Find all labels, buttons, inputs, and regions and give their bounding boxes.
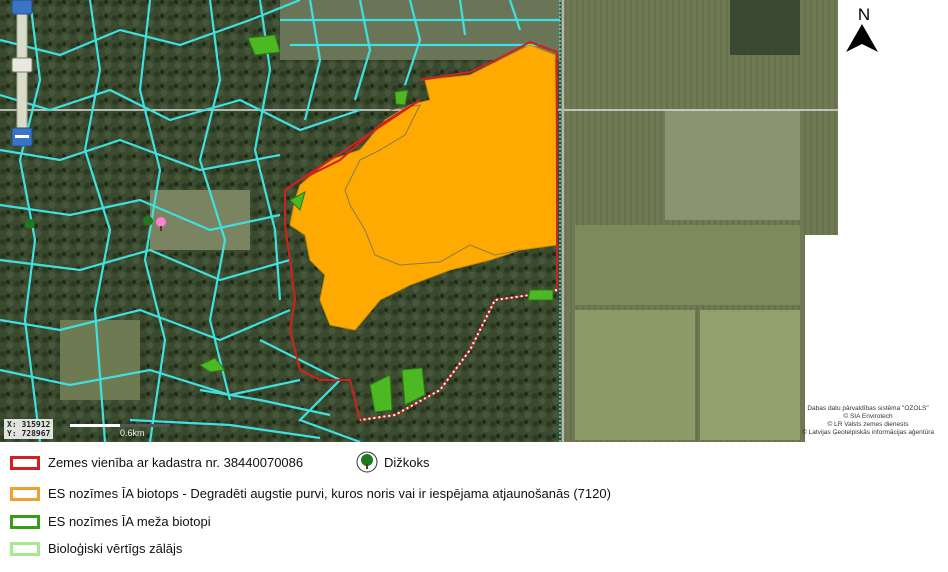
field-light bbox=[665, 110, 800, 220]
legend-label: Dižkoks bbox=[384, 454, 430, 470]
credit-line: © Latvijas Ģeotelpiskās informācijas aģe… bbox=[802, 429, 934, 436]
field-south bbox=[575, 310, 695, 440]
north-indicator: N bbox=[844, 6, 884, 56]
map-canvas[interactable] bbox=[0, 0, 948, 444]
zoom-handle[interactable] bbox=[11, 57, 33, 73]
field-dark bbox=[730, 0, 800, 55]
credit-line: © SIA Envirotech bbox=[843, 413, 893, 420]
legend-swatch-grassland bbox=[10, 541, 40, 556]
legend-swatch-bog bbox=[10, 486, 40, 501]
legend-parcel: Zemes vienība ar kadastra nr. 3844007008… bbox=[10, 455, 303, 470]
map-credits: Dabas datu pārvaldības sistēma "OZOLS" ©… bbox=[790, 405, 946, 437]
legend-label: ES nozīmes ĪA meža biotopi bbox=[48, 514, 211, 529]
zoom-in-button[interactable] bbox=[11, 0, 33, 15]
scale-label: 0.6km bbox=[120, 428, 145, 438]
legend-forest-habitat: ES nozīmes ĪA meža biotopi bbox=[10, 514, 211, 529]
legend-label: Bioloģiski vērtīgs zālājs bbox=[48, 541, 183, 556]
coord-x: X: 315912 bbox=[7, 420, 51, 429]
big-tree-icon bbox=[356, 451, 378, 473]
field-mid bbox=[575, 225, 800, 305]
credit-line: © LR Valsts zemes dienests bbox=[827, 421, 909, 428]
legend-label: Zemes vienība ar kadastra nr. 3844007008… bbox=[48, 455, 304, 470]
north-label: N bbox=[857, 5, 871, 24]
scale-bar bbox=[70, 424, 170, 427]
legend-big-tree: Dižkoks bbox=[356, 451, 430, 473]
legend-swatch-parcel bbox=[10, 455, 40, 470]
field-southeast bbox=[700, 310, 800, 440]
legend-bog-habitat: ES nozīmes ĪA biotops - Degradēti augsti… bbox=[10, 486, 611, 501]
legend-grassland: Bioloģiski vērtīgs zālājs bbox=[10, 541, 182, 556]
credit-line: Dabas datu pārvaldības sistēma "OZOLS" bbox=[807, 405, 929, 412]
legend-swatch-forest bbox=[10, 514, 40, 529]
coord-y: Y: 728967 bbox=[7, 429, 51, 438]
coordinate-readout: X: 315912 Y: 728967 bbox=[4, 419, 54, 439]
map-view[interactable]: N X: 315912 Y: 728967 0.6km Dabas datu p… bbox=[0, 0, 948, 444]
legend-label: ES nozīmes ĪA biotops - Degradēti augsti… bbox=[48, 486, 611, 501]
